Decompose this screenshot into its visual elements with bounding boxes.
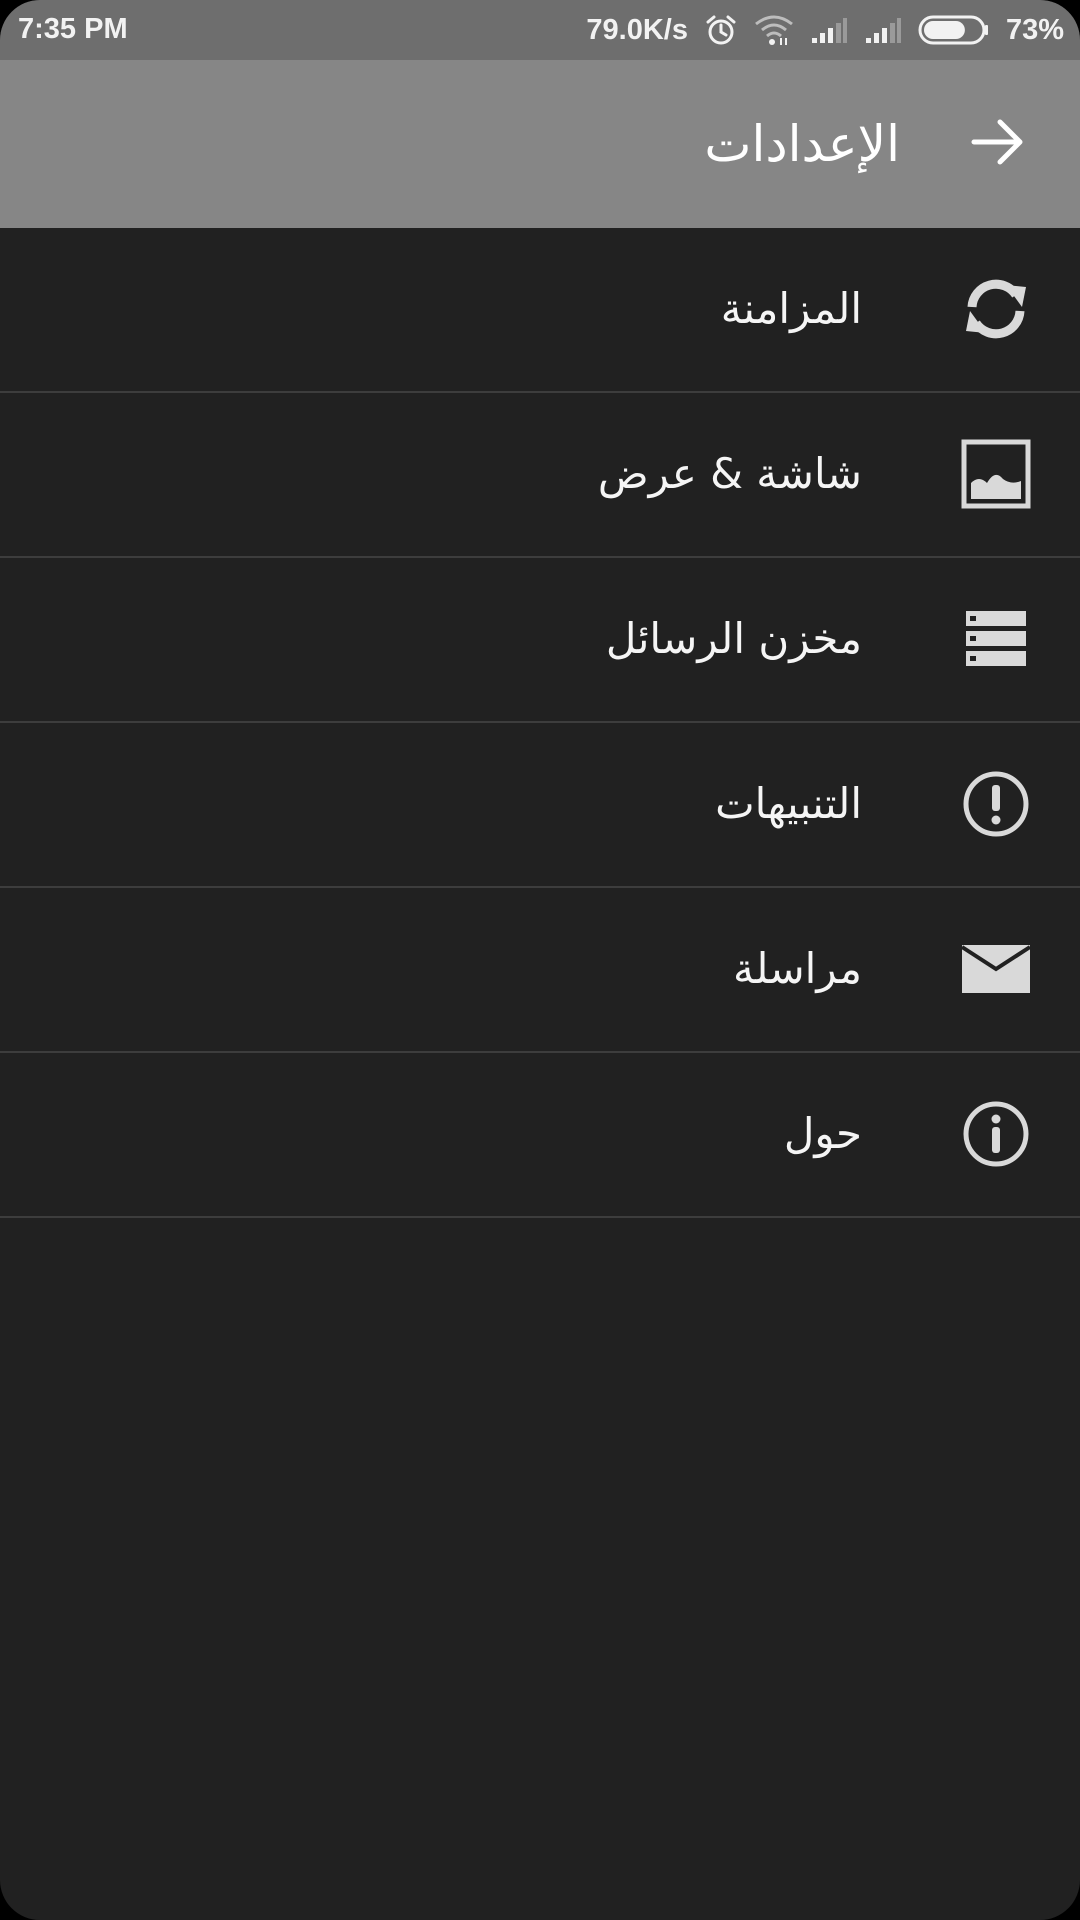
signal-icon <box>864 16 902 44</box>
network-speed: 79.0K/s <box>586 13 688 46</box>
arrow-right-icon <box>970 117 1026 171</box>
settings-item-messaging[interactable]: مراسلة <box>0 888 1080 1053</box>
settings-item-notifications[interactable]: التنبيهات <box>0 723 1080 888</box>
wifi-icon <box>754 14 794 46</box>
sync-icon <box>956 269 1036 349</box>
settings-item-storage[interactable]: مخزن الرسائل <box>0 558 1080 723</box>
settings-item-label: شاشة & عرض <box>597 449 862 498</box>
settings-item-label: مخزن الرسائل <box>605 614 862 663</box>
settings-item-sync[interactable]: المزامنة <box>0 228 1080 393</box>
settings-list: المزامنة شاشة & عرض مخزن الرسائل التنبيه… <box>0 228 1080 1218</box>
alarm-icon <box>704 13 738 47</box>
status-bar: 7:35 PM 79.0K/s 73% <box>0 0 1080 60</box>
alert-icon <box>956 764 1036 844</box>
settings-screen: 7:35 PM 79.0K/s 73% الإعدادات المزامنة ش… <box>0 0 1080 1920</box>
settings-item-label: مراسلة <box>733 944 862 993</box>
settings-item-label: التنبيهات <box>715 779 862 828</box>
status-icons: 79.0K/s 73% <box>586 0 1064 60</box>
settings-item-label: حول <box>783 1109 862 1158</box>
mail-icon <box>956 929 1036 1009</box>
page-title: الإعدادات <box>704 115 900 173</box>
settings-item-label: المزامنة <box>720 284 862 333</box>
status-time: 7:35 PM <box>18 13 128 45</box>
battery-icon <box>918 14 990 46</box>
signal-icon <box>810 16 848 44</box>
settings-item-display[interactable]: شاشة & عرض <box>0 393 1080 558</box>
storage-icon <box>956 599 1036 679</box>
info-icon <box>956 1094 1036 1174</box>
battery-percent: 73% <box>1005 13 1064 46</box>
back-button[interactable] <box>944 90 1052 198</box>
image-icon <box>956 434 1036 514</box>
settings-item-about[interactable]: حول <box>0 1053 1080 1218</box>
app-bar: الإعدادات <box>0 60 1080 228</box>
